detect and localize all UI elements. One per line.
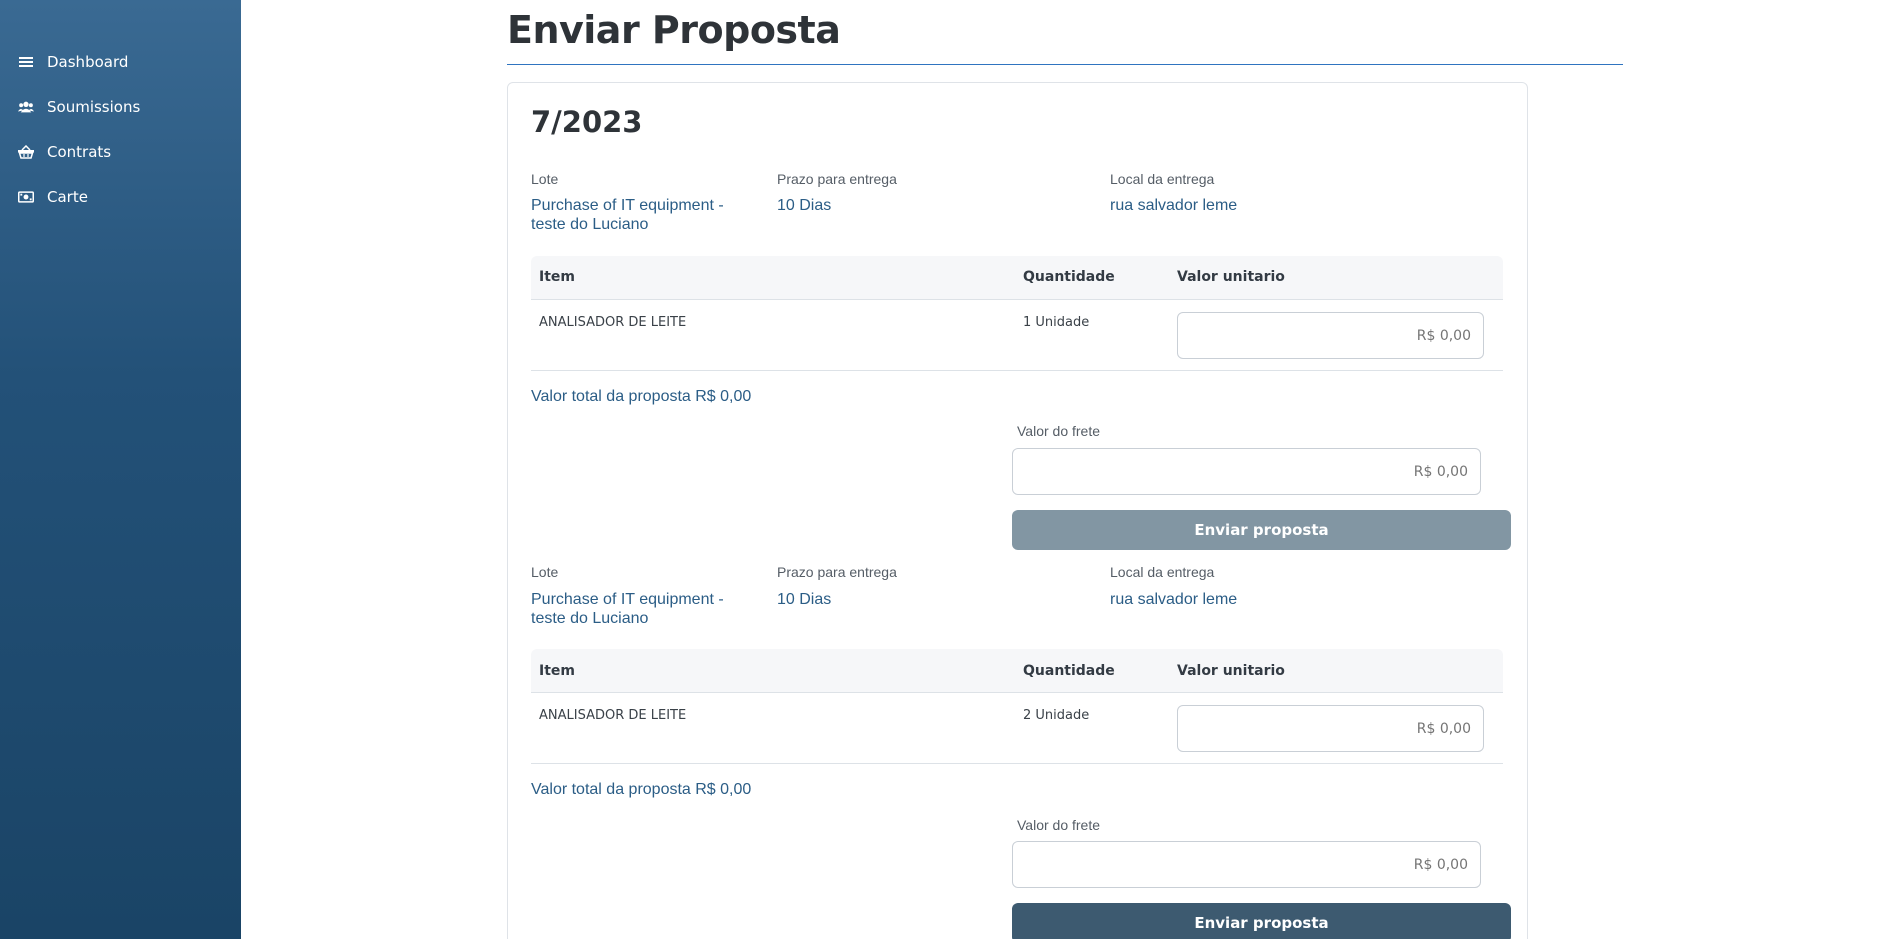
col-header-item: Item [539,663,575,679]
valor-total: Valor total da proposta R$ 0,00 [531,781,752,798]
valor-unitario-input[interactable] [1177,705,1484,752]
frete-label: Valor do frete [1017,423,1101,439]
local-label: Local da entrega [1110,564,1215,580]
enviar-proposta-button[interactable]: Enviar proposta [1012,510,1511,550]
local-value: rua salvador leme [1110,591,1238,608]
lote-value-line2: teste do Luciano [531,610,649,627]
lote-value: Purchase of IT equipment - [531,197,724,214]
items-table-header [531,256,1503,300]
col-header-valor-unitario: Valor unitario [1177,269,1285,285]
prazo-label: Prazo para entrega [777,171,897,187]
frete-input[interactable] [1012,448,1481,495]
frete-label: Valor do frete [1017,817,1101,833]
valor-unitario-input[interactable] [1177,312,1484,359]
card-title: 7/2023 [531,105,643,139]
col-header-quantidade: Quantidade [1023,663,1115,679]
title-divider [507,64,1623,65]
item-name: ANALISADOR DE LEITE [539,708,687,723]
lote-label: Lote [531,564,559,580]
lote-value: Purchase of IT equipment - [531,591,724,608]
col-header-valor-unitario: Valor unitario [1177,663,1285,679]
col-header-quantidade: Quantidade [1023,269,1115,285]
prazo-value: 10 Dias [777,591,832,608]
prazo-value: 10 Dias [777,197,832,214]
lote-value-line2: teste do Luciano [531,216,649,233]
valor-total: Valor total da proposta R$ 0,00 [531,388,752,405]
item-quantity: 1 Unidade [1023,315,1090,330]
main-content: Enviar Proposta 7/2023 Lote Prazo para e… [0,0,1879,939]
item-name: ANALISADOR DE LEITE [539,315,687,330]
page-title: Enviar Proposta [507,8,841,52]
row-divider [531,763,1503,764]
prazo-label: Prazo para entrega [777,564,897,580]
lote-label: Lote [531,171,559,187]
frete-input[interactable] [1012,841,1481,888]
row-divider [531,370,1503,371]
col-header-item: Item [539,269,575,285]
items-table-header [531,649,1503,693]
enviar-proposta-button[interactable]: Enviar proposta [1012,903,1511,939]
local-value: rua salvador leme [1110,197,1238,214]
local-label: Local da entrega [1110,171,1215,187]
item-quantity: 2 Unidade [1023,708,1090,723]
